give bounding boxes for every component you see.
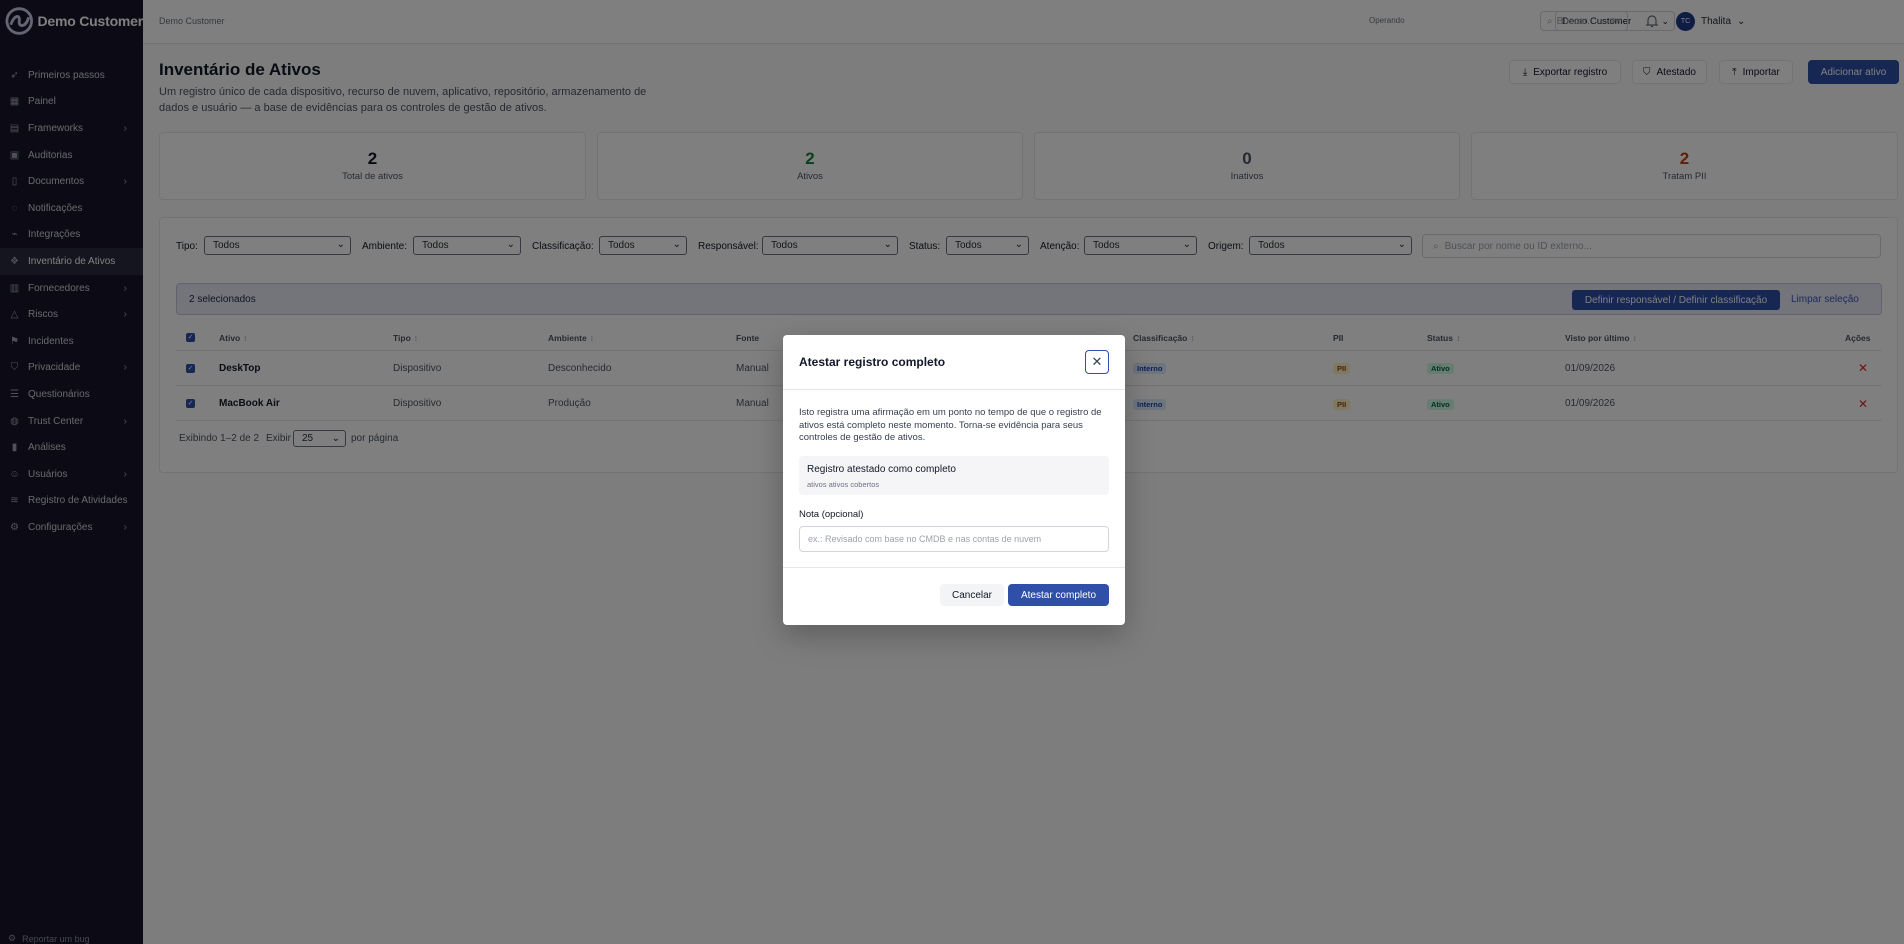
- attestation-summary-title: Registro atestado como completo: [807, 464, 956, 475]
- note-input[interactable]: ex.: Revisado com base no CMDB e nas con…: [799, 526, 1109, 552]
- cancel-button[interactable]: Cancelar: [940, 584, 1004, 606]
- note-placeholder: ex.: Revisado com base no CMDB e nas con…: [808, 534, 1042, 544]
- modal-title: Atestar registro completo: [799, 355, 946, 369]
- note-label: Nota (opcional): [799, 509, 864, 520]
- modal-divider: [783, 567, 1125, 568]
- attestation-summary: Registro atestado como completo ativos a…: [799, 456, 1109, 495]
- attest-modal: Atestar registro completo ✕ Isto registr…: [783, 335, 1125, 625]
- close-button[interactable]: ✕: [1085, 350, 1109, 374]
- attestation-summary-sub: ativos ativos cobertos: [807, 480, 880, 489]
- close-icon: ✕: [1091, 354, 1103, 369]
- confirm-attest-button[interactable]: Atestar completo: [1008, 584, 1109, 606]
- modal-divider: [783, 389, 1125, 390]
- modal-description: Isto registra uma afirmação em um ponto …: [799, 407, 1102, 443]
